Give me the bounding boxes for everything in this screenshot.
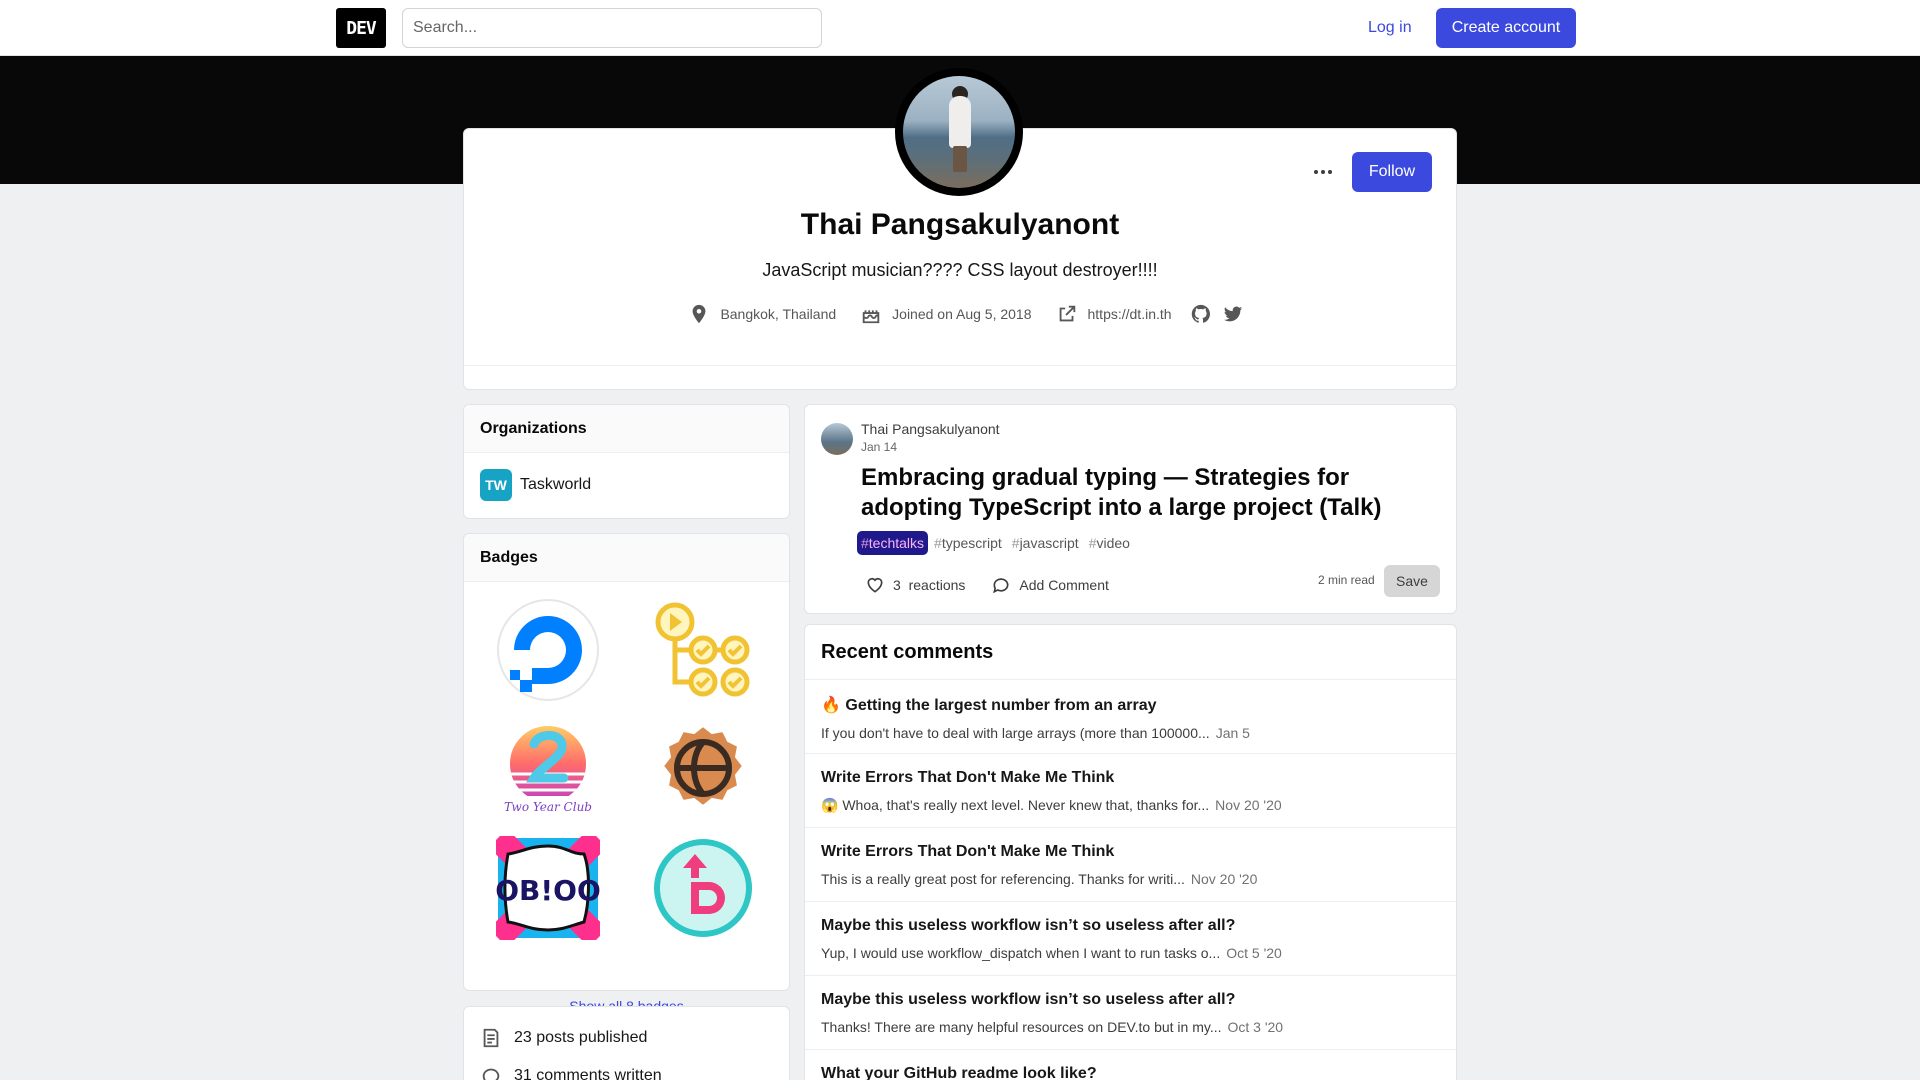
website-link[interactable]: https://dt.in.th xyxy=(1088,306,1172,322)
posts-published-text: 23 posts published xyxy=(514,1029,648,1046)
post-tags: #techtalks #typescript #javascript #vide… xyxy=(857,531,1134,555)
taskworld-logo: TW xyxy=(480,469,512,501)
reactions-count: 3 xyxy=(893,577,901,593)
post-icon xyxy=(483,1028,499,1048)
comment-excerpt: Yup, I would use workflow_dispatch when … xyxy=(821,945,1221,961)
two-year-club-text: Two Year Club xyxy=(504,800,592,814)
stats-card: 23 posts published 31 comments written xyxy=(463,1006,790,1080)
tag-video[interactable]: #video xyxy=(1085,531,1134,555)
comment-article-title[interactable]: Write Errors That Don't Make Me Think xyxy=(821,769,1440,787)
comment-item[interactable]: Maybe this useless workflow isn’t so use… xyxy=(805,902,1456,976)
recent-comments-title: Recent comments xyxy=(805,625,1456,680)
globe-badge-icon[interactable] xyxy=(651,718,755,822)
add-comment-button[interactable]: Add Comment xyxy=(983,569,1116,601)
comment-date: Nov 20 '20 xyxy=(1215,797,1282,813)
comment-article-title[interactable]: Write Errors That Don't Make Me Think xyxy=(821,843,1440,861)
more-options-icon[interactable] xyxy=(1305,158,1341,186)
comment-date: Jan 5 xyxy=(1215,725,1250,741)
comment-bubble-icon xyxy=(993,578,1009,594)
heart-icon xyxy=(867,577,883,593)
post-card[interactable]: Thai Pangsakulyanont Jan 14 Embracing gr… xyxy=(804,404,1457,614)
comment-date: Oct 3 '20 xyxy=(1227,1019,1284,1035)
follow-button[interactable]: Follow xyxy=(1352,152,1432,192)
organization-item[interactable]: TW Taskworld xyxy=(464,453,789,517)
location-pin-icon xyxy=(693,304,706,324)
comments-written-text: 31 comments written xyxy=(514,1067,662,1080)
reactions-label: reactions xyxy=(908,577,966,593)
tag-typescript[interactable]: #typescript xyxy=(930,531,1006,555)
comment-icon xyxy=(482,1068,500,1080)
read-time: 2 min read xyxy=(1318,573,1375,587)
profile-meta: Bangkok, Thailand Joined on Aug 5, 2018 … xyxy=(463,303,1457,325)
comment-excerpt: Thanks! There are many helpful resources… xyxy=(821,1019,1222,1035)
external-link-icon xyxy=(1059,305,1075,322)
github-actions-badge-icon[interactable] xyxy=(651,598,755,702)
comment-article-title[interactable]: Maybe this useless workflow isn’t so use… xyxy=(821,991,1440,1009)
organization-name[interactable]: Taskworld xyxy=(520,476,591,494)
comment-article-title[interactable]: What your GitHub readme look like? xyxy=(821,1065,1440,1080)
location-text: Bangkok, Thailand xyxy=(720,306,837,322)
location-item: Bangkok, Thailand xyxy=(688,303,836,325)
comment-date: Oct 5 '20 xyxy=(1226,945,1282,961)
comments-written-stat: 31 comments written xyxy=(464,1057,789,1080)
post-actions: 3 reactions Add Comment xyxy=(857,569,1117,601)
recent-comments-card: Recent comments 🔥 Getting the largest nu… xyxy=(804,624,1457,1080)
profile-avatar xyxy=(895,68,1023,196)
login-link[interactable]: Log in xyxy=(1356,14,1424,42)
ob-oo-text: OB!OO xyxy=(496,874,600,907)
comment-item[interactable]: Write Errors That Don't Make Me Think 😱 … xyxy=(805,754,1456,828)
github-icon[interactable] xyxy=(1190,303,1212,325)
post-title[interactable]: Embracing gradual typing — Strategies fo… xyxy=(861,463,1421,523)
comment-excerpt: 😱 Whoa, that's really next level. Never … xyxy=(821,797,1210,813)
dev-arrow-badge-icon[interactable] xyxy=(651,836,755,940)
post-date: Jan 14 xyxy=(861,440,898,454)
comment-item[interactable]: Write Errors That Don't Make Me Think Th… xyxy=(805,828,1456,902)
profile-bio: JavaScript musician???? CSS layout destr… xyxy=(762,260,1158,280)
ob-oo-badge-icon[interactable]: OB!OO xyxy=(496,836,600,940)
tag-javascript[interactable]: #javascript xyxy=(1008,531,1083,555)
profile-divider xyxy=(464,365,1456,366)
profile-name: Thai Pangsakulyanont xyxy=(800,208,1120,241)
comment-excerpt: This is a really great post for referenc… xyxy=(821,871,1185,887)
social-links xyxy=(1190,303,1244,325)
joined-text: Joined on Aug 5, 2018 xyxy=(892,306,1032,322)
search-input[interactable] xyxy=(402,8,822,48)
badges-title: Badges xyxy=(464,534,789,582)
comment-item[interactable]: Maybe this useless workflow isn’t so use… xyxy=(805,976,1456,1050)
comment-item[interactable]: What your GitHub readme look like? xyxy=(805,1050,1456,1080)
tag-techtalks[interactable]: #techtalks xyxy=(857,531,929,555)
digitalocean-badge-icon[interactable] xyxy=(496,598,600,702)
save-button[interactable]: Save xyxy=(1384,565,1440,597)
badges-card: Badges Two Year Club OB!OO xyxy=(463,533,790,1014)
two-year-club-badge-icon[interactable]: Two Year Club xyxy=(496,718,600,822)
website-item[interactable]: https://dt.in.th xyxy=(1056,303,1172,325)
comment-excerpt: If you don't have to deal with large arr… xyxy=(821,725,1210,741)
joined-item: Joined on Aug 5, 2018 xyxy=(860,303,1032,325)
top-navigation-bar: DEV Log in Create account xyxy=(0,0,1920,56)
reactions-button[interactable]: 3 reactions xyxy=(857,569,973,601)
comment-date: Nov 20 '20 xyxy=(1190,871,1258,887)
create-account-button[interactable]: Create account xyxy=(1436,8,1576,48)
comment-article-title[interactable]: 🔥 Getting the largest number from an arr… xyxy=(821,695,1440,715)
cake-icon xyxy=(862,310,880,324)
dev-logo[interactable]: DEV xyxy=(336,8,386,48)
comment-item[interactable]: 🔥 Getting the largest number from an arr… xyxy=(805,680,1456,754)
posts-published-stat: 23 posts published xyxy=(464,1019,789,1057)
post-author-name[interactable]: Thai Pangsakulyanont xyxy=(861,421,1000,437)
add-comment-label: Add Comment xyxy=(1019,577,1109,593)
post-author-avatar[interactable] xyxy=(821,423,853,455)
organizations-title: Organizations xyxy=(464,405,789,453)
comment-article-title[interactable]: Maybe this useless workflow isn’t so use… xyxy=(821,917,1440,935)
organizations-card: Organizations TW Taskworld xyxy=(463,404,790,519)
twitter-icon[interactable] xyxy=(1222,303,1244,325)
